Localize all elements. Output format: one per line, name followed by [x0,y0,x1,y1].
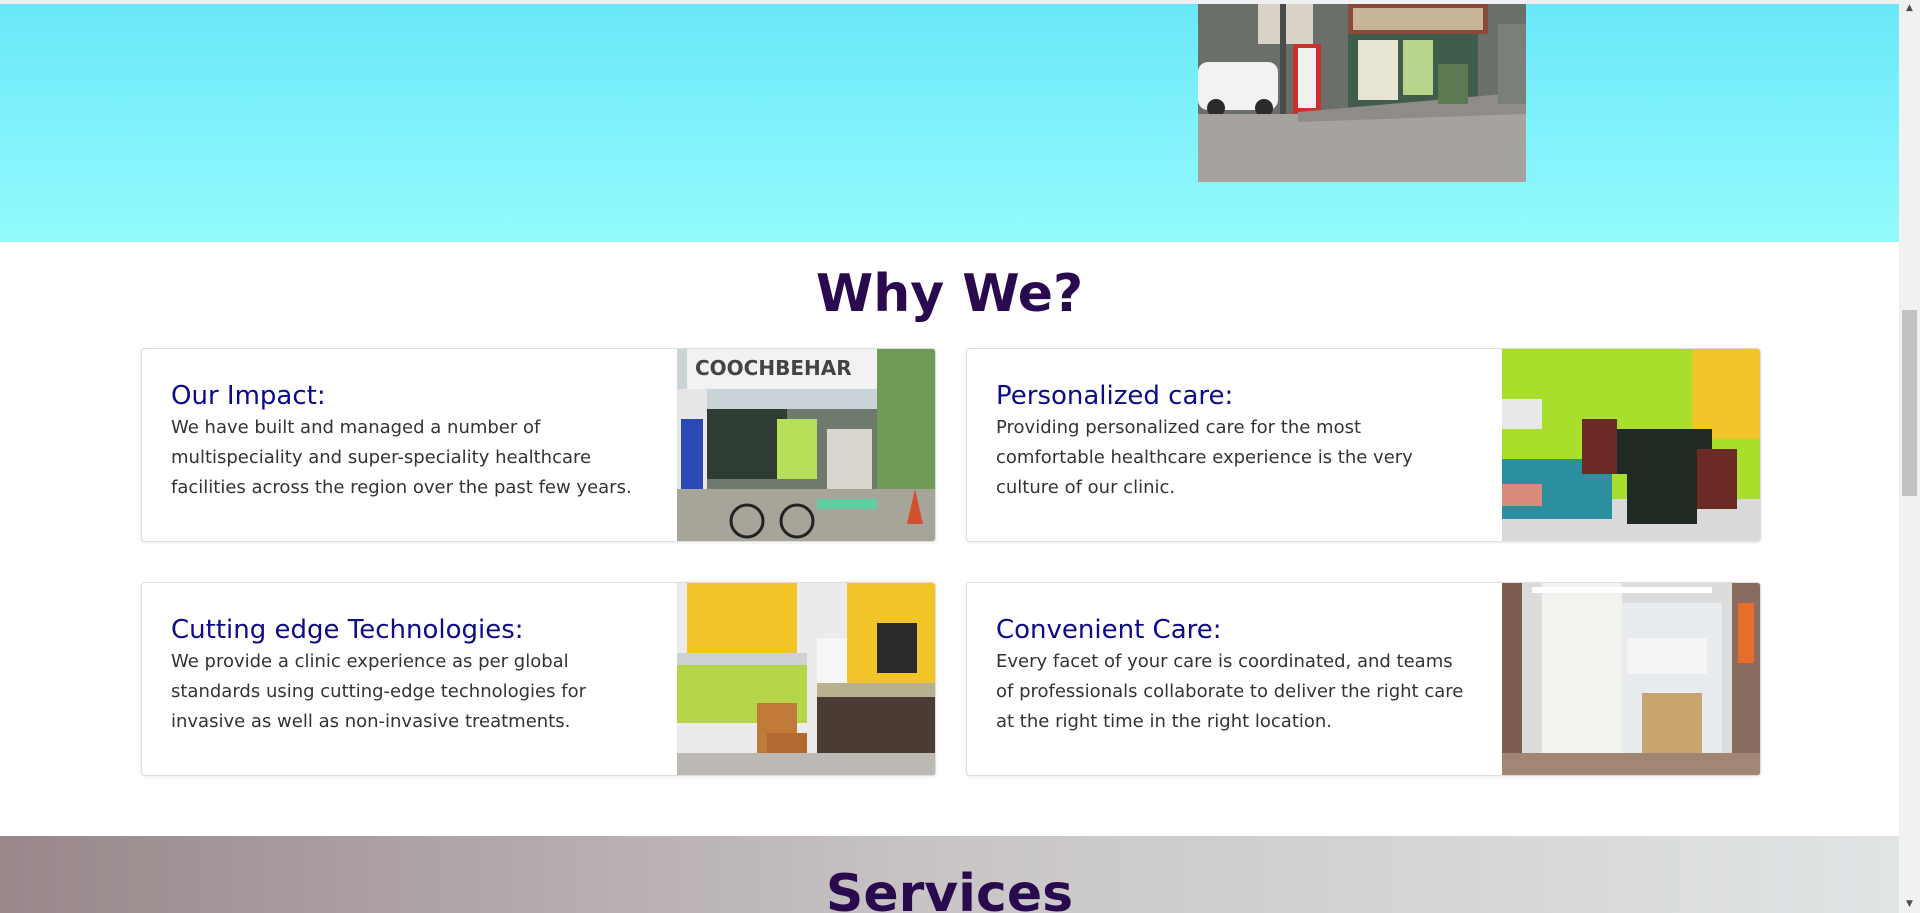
card-text: Our Impact: We have built and managed a … [171,379,641,503]
card-body: We provide a clinic experience as per gl… [171,651,586,732]
card-cutting-edge-technologies: Cutting edge Technologies: We provide a … [141,582,936,776]
hero-section [0,4,1899,242]
page-viewport: Why We? Our Impact: We have built and ma… [0,0,1899,913]
reception-desk-photo [677,583,935,775]
card-title: Our Impact: [171,381,326,411]
card-title: Cutting edge Technologies: [171,615,524,645]
card-our-impact: Our Impact: We have built and managed a … [141,348,936,542]
svg-text:COOCHBEHAR: COOCHBEHAR [695,356,852,380]
card-convenient-care: Convenient Care: Every facet of your car… [966,582,1761,776]
clinic-entrance-photo: COOCHBEHAR [677,349,935,541]
card-personalized-care: Personalized care: Providing personalize… [966,348,1761,542]
card-title: Personalized care: [996,381,1234,411]
card-text: Personalized care: Providing personalize… [996,379,1466,503]
scrollbar-thumb[interactable] [1902,310,1917,496]
vertical-scrollbar[interactable]: ▲ ▼ [1899,0,1920,913]
services-heading: Services [825,864,1074,913]
consultation-room-photo [1502,349,1760,541]
card-text: Convenient Care: Every facet of your car… [996,613,1466,737]
examination-room-photo [1502,583,1760,775]
clinic-storefront-photo [1198,4,1526,182]
services-section: Services [0,836,1899,913]
why-we-heading: Why We? [815,264,1084,324]
card-body: We have built and managed a number of mu… [171,417,632,498]
scroll-down-arrow-icon[interactable]: ▼ [1899,896,1920,913]
card-title: Convenient Care: [996,615,1222,645]
card-body: Every facet of your care is coordinated,… [996,651,1464,732]
scroll-up-arrow-icon[interactable]: ▲ [1899,0,1920,17]
card-text: Cutting edge Technologies: We provide a … [171,613,641,737]
card-body: Providing personalized care for the most… [996,417,1413,498]
